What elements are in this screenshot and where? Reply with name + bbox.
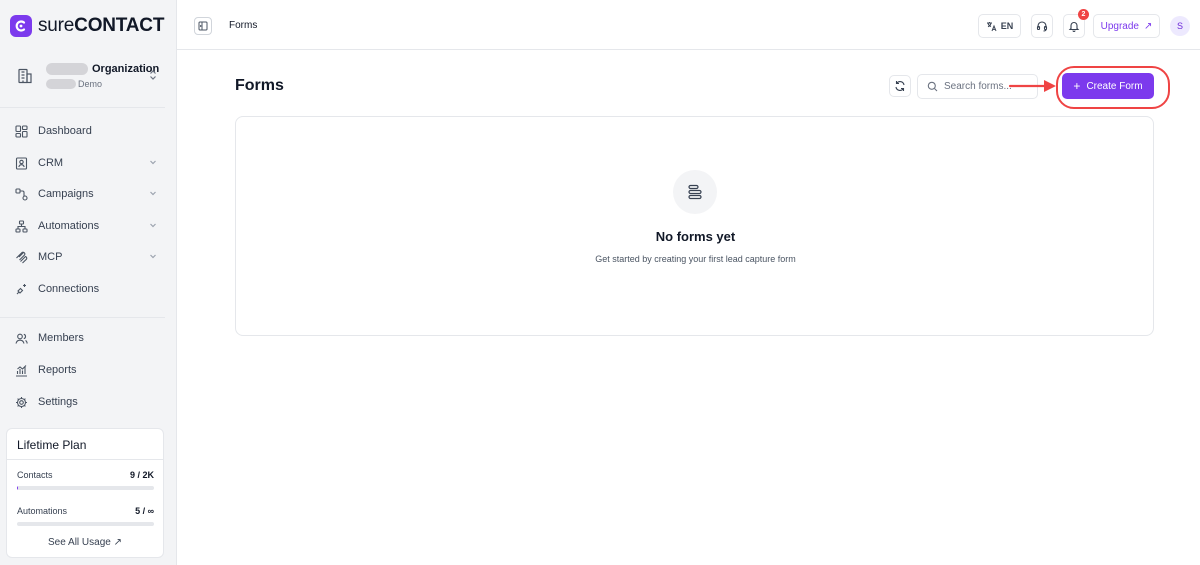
- plan-title: Lifetime Plan: [17, 438, 87, 452]
- sidebar-item-label: Connections: [38, 283, 100, 295]
- sidebar-item-label: Automations: [38, 220, 100, 232]
- sidebar-item-connections[interactable]: Connections: [8, 275, 160, 303]
- sidebar-item-label: Campaigns: [38, 188, 94, 200]
- sidebar-item-label: Reports: [38, 364, 77, 376]
- sidebar-item-label: CRM: [38, 157, 64, 169]
- sidebar-item-label: Members: [38, 332, 84, 344]
- top-header: Forms EN 2 Upgrade ↗ S: [177, 0, 1200, 50]
- user-avatar[interactable]: S: [1170, 16, 1190, 36]
- sidebar: sureCONTACT Organization Demo Dashboard …: [0, 0, 177, 565]
- brand-name-part2: CONTACT: [74, 15, 165, 36]
- plan-divider: [7, 459, 163, 460]
- plug-icon: [13, 281, 29, 297]
- language-label: EN: [1000, 21, 1014, 31]
- sidebar-item-label: Dashboard: [38, 125, 92, 137]
- brand-name: sureCONTACT: [38, 15, 164, 37]
- form-list-icon: [673, 170, 717, 214]
- sidebar-divider: [0, 317, 165, 318]
- brand-name-part1: sure: [38, 15, 75, 36]
- chevron-up-down-icon: [150, 70, 156, 80]
- logo-mark-icon: [10, 15, 32, 37]
- sidebar-item-campaigns[interactable]: Campaigns: [8, 180, 160, 208]
- campaigns-icon: [13, 186, 29, 202]
- empty-state-title: No forms yet: [655, 229, 736, 244]
- contacts-progress-bar: [17, 486, 154, 490]
- bell-icon: [1068, 22, 1080, 32]
- upgrade-button[interactable]: Upgrade ↗: [1093, 14, 1160, 38]
- contacts-value: 9 / 2K: [129, 470, 154, 480]
- sidebar-item-automations[interactable]: Automations: [8, 212, 160, 240]
- contact-card-icon: [13, 155, 29, 171]
- contacts-usage-row: Contacts 9 / 2K: [17, 470, 154, 480]
- notifications-button[interactable]: 2: [1063, 9, 1089, 38]
- org-avatar-blur: [46, 63, 88, 75]
- users-icon: [13, 330, 29, 346]
- sidebar-item-settings[interactable]: Settings: [8, 388, 160, 416]
- automations-progress-bar: [17, 522, 154, 526]
- translate-icon: [986, 21, 997, 31]
- org-sub-blur: [46, 79, 76, 89]
- sidebar-item-label: Settings: [38, 396, 78, 408]
- refresh-button[interactable]: [889, 75, 911, 97]
- sidebar-item-members[interactable]: Members: [8, 324, 160, 352]
- gear-icon: [13, 394, 29, 410]
- building-icon: [14, 65, 36, 87]
- sidebar-panel-icon: [198, 21, 208, 31]
- empty-state-card: No forms yet Get started by creating you…: [235, 116, 1154, 336]
- external-arrow-icon: ↗: [113, 537, 122, 548]
- support-button[interactable]: [1031, 14, 1053, 38]
- sidebar-item-label: MCP: [38, 251, 63, 263]
- automations-value: 5 / ∞: [135, 506, 154, 516]
- create-form-label: Create Form: [1086, 80, 1143, 92]
- language-selector[interactable]: EN: [978, 14, 1021, 38]
- breadcrumb: Forms: [229, 20, 258, 31]
- headset-icon: [1036, 21, 1048, 32]
- sidebar-divider: [0, 107, 165, 108]
- refresh-icon: [895, 81, 905, 91]
- sidebar-item-crm[interactable]: CRM: [8, 149, 160, 177]
- upgrade-label: Upgrade: [1100, 20, 1139, 32]
- sidebar-item-mcp[interactable]: MCP: [8, 243, 160, 271]
- sidebar-item-reports[interactable]: Reports: [8, 356, 160, 384]
- plan-usage-card: Lifetime Plan Contacts 9 / 2K Automation…: [6, 428, 164, 558]
- notification-badge: 2: [1078, 9, 1089, 20]
- mcp-icon: [13, 249, 29, 265]
- create-form-button[interactable]: + Create Form: [1062, 73, 1154, 99]
- contacts-label: Contacts: [17, 470, 53, 480]
- chart-icon: [13, 362, 29, 378]
- empty-state-subtitle: Get started by creating your first lead …: [595, 254, 796, 264]
- page-title: Forms: [235, 77, 284, 94]
- chevron-down-icon: [150, 191, 156, 196]
- brand-logo[interactable]: sureCONTACT: [10, 14, 164, 38]
- external-arrow-icon: ↗: [1143, 20, 1153, 32]
- plus-icon: +: [1073, 79, 1081, 93]
- workflow-icon: [13, 218, 29, 234]
- see-all-usage-label: See All Usage: [48, 537, 111, 548]
- automations-label: Automations: [17, 506, 68, 516]
- dashboard-icon: [13, 123, 29, 139]
- automations-usage-row: Automations 5 / ∞: [17, 506, 154, 516]
- search-icon: [927, 81, 938, 92]
- annotation-arrow-icon: [1008, 80, 1056, 92]
- chevron-down-icon: [150, 160, 156, 165]
- sidebar-toggle-button[interactable]: [194, 17, 212, 35]
- chevron-down-icon: [150, 254, 156, 259]
- sidebar-item-dashboard[interactable]: Dashboard: [8, 117, 160, 145]
- org-subtitle: Demo: [78, 79, 103, 89]
- see-all-usage-link[interactable]: See All Usage ↗: [7, 537, 163, 548]
- chevron-down-icon: [150, 223, 156, 228]
- organization-switcher[interactable]: Organization Demo: [8, 55, 168, 97]
- contacts-progress-fill: [17, 486, 18, 490]
